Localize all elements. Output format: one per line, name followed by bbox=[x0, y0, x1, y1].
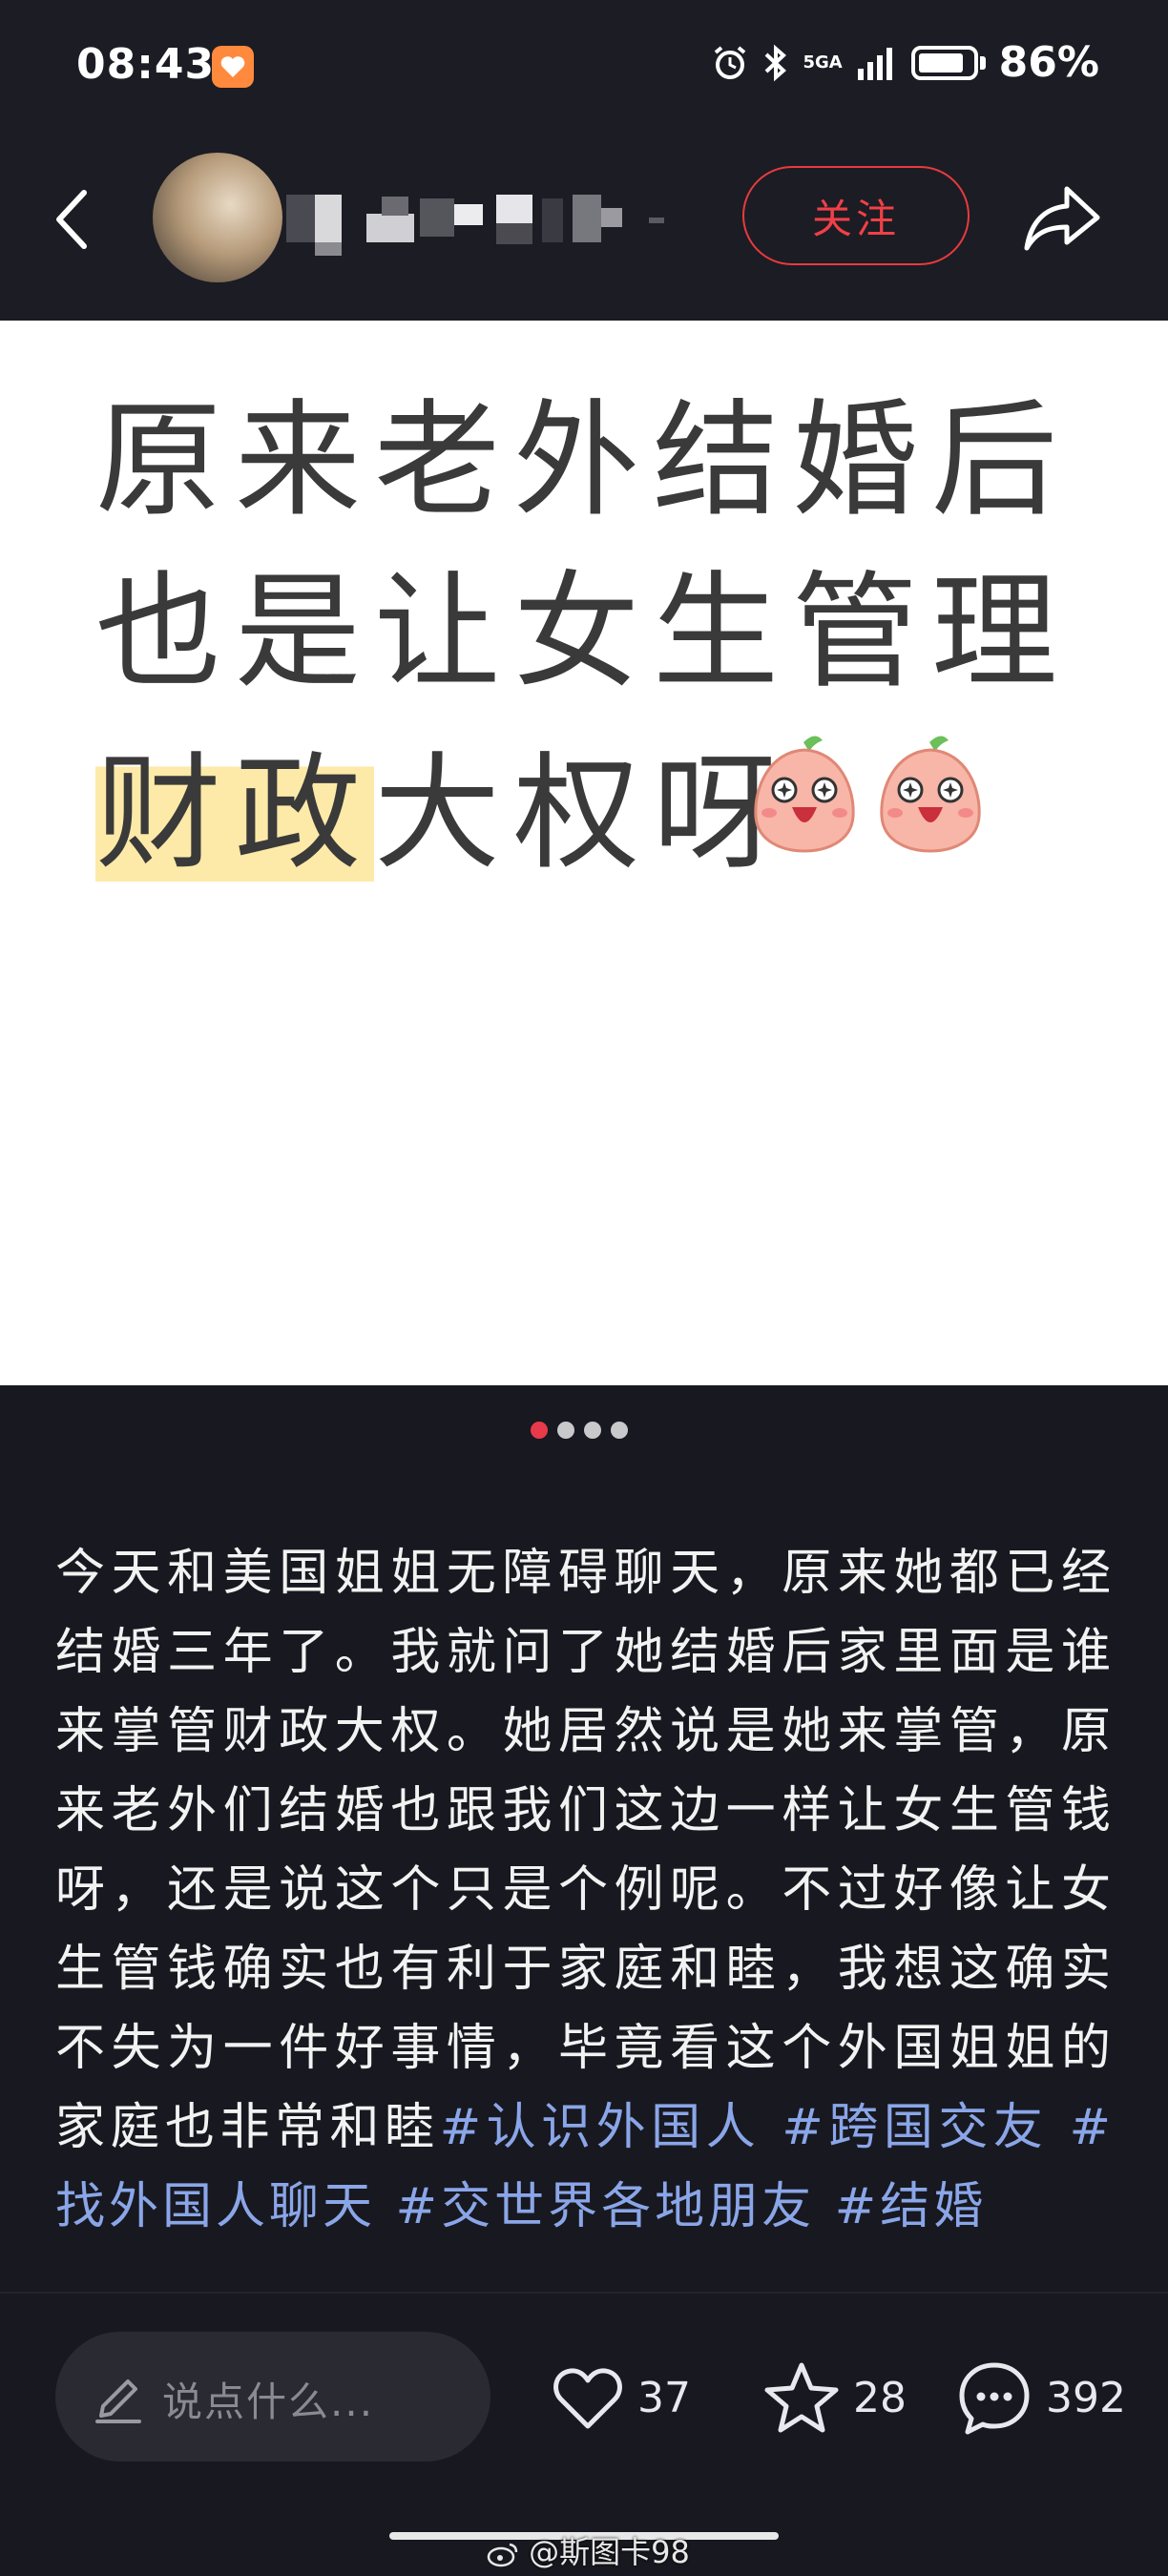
post-image[interactable]: 原来老外结婚后 也是让女生管理 财政大权呀 bbox=[0, 321, 1168, 1385]
comment-count: 392 bbox=[1046, 2373, 1126, 2422]
battery-icon bbox=[910, 45, 986, 80]
follow-button[interactable]: 关注 bbox=[742, 166, 970, 265]
carousel-dot bbox=[584, 1422, 601, 1439]
heart-notification-icon bbox=[212, 46, 254, 88]
favorite-button[interactable]: 28 bbox=[761, 2355, 907, 2441]
hashtag-link[interactable]: #交世界各地朋友 bbox=[396, 2178, 816, 2235]
heart-icon bbox=[553, 2368, 622, 2429]
status-icons: 5GA 86% bbox=[711, 38, 1099, 87]
favorite-count: 28 bbox=[853, 2373, 907, 2422]
carousel-dot bbox=[611, 1422, 628, 1439]
chevron-left-icon bbox=[56, 190, 87, 249]
comment-button[interactable]: 392 bbox=[954, 2355, 1126, 2441]
divider bbox=[0, 2292, 1168, 2294]
pencil-icon bbox=[95, 2379, 141, 2423]
back-button[interactable] bbox=[46, 181, 103, 258]
peach-emoji-icon bbox=[748, 731, 861, 855]
share-button[interactable] bbox=[1019, 179, 1105, 256]
comment-input[interactable]: 说点什么... bbox=[55, 2332, 490, 2462]
image-text-line-3: 财政大权呀 bbox=[95, 712, 792, 894]
like-count: 37 bbox=[637, 2373, 691, 2422]
battery-fill bbox=[918, 52, 964, 73]
post-header: 关注 bbox=[0, 143, 1168, 321]
author-avatar[interactable] bbox=[153, 153, 282, 282]
status-bar: 08:43 5GA 86% bbox=[0, 0, 1168, 143]
post-body: 今天和美国姐姐无障碍聊天，原来她都已经结婚三年了。我就问了她结婚后家里面是谁来掌… bbox=[55, 1534, 1115, 2247]
battery-percent: 86% bbox=[998, 38, 1099, 87]
watermark-text: @斯图卡98 bbox=[529, 2534, 690, 2570]
watermark: @斯图卡98 bbox=[487, 2528, 690, 2572]
carousel-indicator bbox=[531, 1422, 628, 1439]
bluetooth-icon bbox=[765, 44, 787, 81]
author-name-obscured[interactable] bbox=[286, 189, 668, 256]
status-time: 08:43 bbox=[76, 40, 216, 89]
star-icon bbox=[764, 2362, 839, 2433]
weibo-logo-icon bbox=[487, 2543, 518, 2567]
image-text-line-1: 原来老外结婚后 bbox=[95, 387, 1071, 534]
comment-placeholder: 说点什么... bbox=[162, 2379, 375, 2425]
like-button[interactable]: 37 bbox=[550, 2355, 691, 2441]
chat-bubble-icon bbox=[959, 2362, 1030, 2435]
carousel-dot bbox=[557, 1422, 574, 1439]
image-text-line-2: 也是让女生管理 bbox=[95, 559, 1071, 706]
image-text-rest: 大权呀 bbox=[374, 740, 792, 887]
signal-icon bbox=[857, 47, 892, 80]
image-text-highlight: 财政 bbox=[95, 740, 374, 887]
hashtag-link[interactable]: #结婚 bbox=[835, 2178, 988, 2235]
share-arrow-icon bbox=[1024, 186, 1100, 251]
hashtag-link[interactable]: #跨国交友 bbox=[782, 2099, 1048, 2156]
carousel-dot bbox=[531, 1422, 548, 1439]
peach-emoji-icon bbox=[874, 731, 987, 855]
hashtag-link[interactable]: #认识外国人 bbox=[440, 2099, 761, 2156]
alarm-icon bbox=[715, 45, 746, 79]
post-body-text: 今天和美国姐姐无障碍聊天，原来她都已经结婚三年了。我就问了她结婚后家里面是谁来掌… bbox=[55, 1545, 1115, 2156]
network-type: 5GA bbox=[803, 52, 843, 73]
